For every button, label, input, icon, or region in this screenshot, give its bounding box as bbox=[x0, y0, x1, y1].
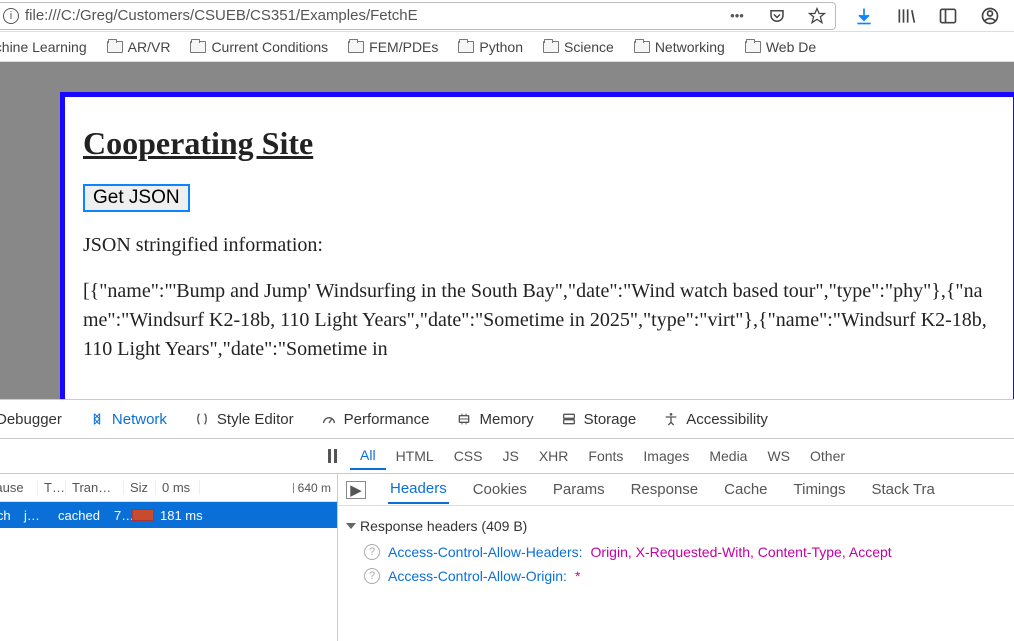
filter-ws[interactable]: WS bbox=[757, 443, 800, 469]
bookmark-fem-pdes[interactable]: FEM/PDEs bbox=[342, 36, 444, 58]
bookmark-web-dev[interactable]: Web De bbox=[739, 36, 822, 58]
bookmark-arvr[interactable]: AR/VR bbox=[101, 36, 177, 58]
json-label: JSON stringified information: bbox=[83, 234, 995, 257]
url-box[interactable]: i file:///C:/Greg/Customers/CSUEB/CS351/… bbox=[0, 2, 836, 30]
filter-images[interactable]: Images bbox=[633, 443, 699, 469]
folder-icon bbox=[634, 41, 650, 53]
pause-icon[interactable] bbox=[324, 449, 340, 463]
network-detail-pane: ▶ Headers Cookies Params Response Cache … bbox=[338, 474, 1014, 641]
filter-css[interactable]: CSS bbox=[444, 443, 493, 469]
detail-tab-headers[interactable]: Headers bbox=[388, 476, 449, 504]
row-name: etch bbox=[0, 508, 18, 523]
col-cause[interactable]: Cause bbox=[0, 480, 38, 495]
filter-other[interactable]: Other bbox=[800, 443, 855, 469]
row-time: 181 ms bbox=[154, 508, 209, 523]
filter-all[interactable]: All bbox=[350, 442, 386, 470]
response-headers-toggle[interactable]: Response headers (409 B) bbox=[346, 512, 1010, 540]
bookmark-star-icon[interactable] bbox=[807, 6, 827, 26]
filter-fonts[interactable]: Fonts bbox=[578, 443, 633, 469]
help-icon[interactable]: ? bbox=[364, 568, 380, 584]
tab-style-editor[interactable]: Style Editor bbox=[191, 406, 296, 432]
row-size: 7… bbox=[108, 508, 132, 523]
col-type[interactable]: T… bbox=[38, 480, 66, 495]
header-name: Access-Control-Allow-Origin: bbox=[388, 568, 567, 584]
filter-media[interactable]: Media bbox=[699, 443, 757, 469]
network-row-selected[interactable]: etch js… cached 7… 181 ms bbox=[0, 502, 337, 528]
downloads-icon[interactable] bbox=[854, 6, 874, 26]
memory-icon bbox=[455, 410, 473, 428]
address-bar: i file:///C:/Greg/Customers/CSUEB/CS351/… bbox=[0, 0, 1014, 32]
sidebar-icon[interactable] bbox=[938, 6, 958, 26]
tab-memory[interactable]: Memory bbox=[453, 406, 535, 432]
site-info-icon[interactable]: i bbox=[3, 8, 19, 24]
detail-tab-cache[interactable]: Cache bbox=[722, 477, 769, 502]
folder-icon bbox=[348, 41, 364, 53]
detail-tab-timings[interactable]: Timings bbox=[792, 477, 848, 502]
col-0ms[interactable]: 0 ms bbox=[156, 480, 200, 495]
page-body: Cooperating Site Get JSON JSON stringifi… bbox=[60, 92, 1014, 399]
bookmark-science[interactable]: Science bbox=[537, 36, 620, 58]
detail-tab-stack[interactable]: Stack Tra bbox=[869, 477, 936, 502]
json-output: [{"name":"'Bump and Jump' Windsurfing in… bbox=[83, 277, 995, 364]
account-icon[interactable] bbox=[980, 6, 1000, 26]
folder-icon bbox=[745, 41, 761, 53]
library-icon[interactable] bbox=[896, 6, 916, 26]
bookmark-current-conditions[interactable]: Current Conditions bbox=[184, 36, 334, 58]
bookmark-networking[interactable]: Networking bbox=[628, 36, 731, 58]
bookmark-machine-learning[interactable]: achine Learning bbox=[0, 36, 93, 58]
bookmarks-bar: achine Learning AR/VR Current Conditions… bbox=[0, 32, 1014, 62]
devtools-body: Cause T… Transf… Siz 0 ms 640 m etch js…… bbox=[0, 473, 1014, 641]
accessibility-icon bbox=[662, 410, 680, 428]
detail-tabs: ▶ Headers Cookies Params Response Cache … bbox=[338, 474, 1014, 506]
detail-tab-params[interactable]: Params bbox=[551, 477, 607, 502]
col-timeline[interactable]: 640 m bbox=[200, 481, 337, 495]
row-transferred: cached bbox=[52, 508, 108, 523]
page-title: Cooperating Site bbox=[83, 125, 995, 162]
url-text: file:///C:/Greg/Customers/CSUEB/CS351/Ex… bbox=[25, 7, 727, 24]
folder-icon bbox=[190, 41, 206, 53]
tab-debugger[interactable]: Debugger bbox=[0, 406, 64, 432]
storage-icon bbox=[560, 410, 578, 428]
chevron-down-icon bbox=[346, 523, 356, 529]
filter-xhr[interactable]: XHR bbox=[529, 443, 579, 469]
page-viewport: Cooperating Site Get JSON JSON stringifi… bbox=[0, 62, 1014, 399]
devtools-tabs: Debugger Network Style Editor Performanc… bbox=[0, 399, 1014, 439]
detail-tab-cookies[interactable]: Cookies bbox=[471, 477, 529, 502]
network-list-header: Cause T… Transf… Siz 0 ms 640 m bbox=[0, 474, 337, 502]
row-type: js… bbox=[18, 508, 52, 523]
filter-js[interactable]: JS bbox=[492, 443, 528, 469]
folder-icon bbox=[543, 41, 559, 53]
header-name: Access-Control-Allow-Headers: bbox=[388, 544, 583, 560]
folder-icon bbox=[458, 41, 474, 53]
tab-network[interactable]: Network bbox=[86, 406, 169, 432]
get-json-button[interactable]: Get JSON bbox=[83, 184, 190, 212]
header-line-acah: ? Access-Control-Allow-Headers: Origin, … bbox=[346, 540, 1010, 564]
help-icon[interactable]: ? bbox=[364, 544, 380, 560]
header-value: * bbox=[575, 568, 580, 584]
detail-tab-response[interactable]: Response bbox=[629, 477, 701, 502]
tab-performance[interactable]: Performance bbox=[318, 406, 432, 432]
pocket-icon[interactable] bbox=[767, 6, 787, 26]
network-request-list: Cause T… Transf… Siz 0 ms 640 m etch js…… bbox=[0, 474, 338, 641]
bookmark-python[interactable]: Python bbox=[452, 36, 529, 58]
folder-icon bbox=[107, 41, 123, 53]
response-headers-section: Response headers (409 B) ? Access-Contro… bbox=[338, 506, 1014, 588]
ellipsis-icon[interactable]: ••• bbox=[727, 6, 747, 26]
performance-icon bbox=[320, 410, 338, 428]
col-size[interactable]: Siz bbox=[124, 480, 156, 495]
tab-accessibility[interactable]: Accessibility bbox=[660, 406, 770, 432]
tab-storage[interactable]: Storage bbox=[558, 406, 639, 432]
col-transferred[interactable]: Transf… bbox=[66, 480, 124, 495]
network-filter-bar: All HTML CSS JS XHR Fonts Images Media W… bbox=[0, 439, 1014, 473]
filter-html[interactable]: HTML bbox=[386, 443, 444, 469]
toggle-pane-icon[interactable]: ▶ bbox=[346, 481, 366, 499]
header-line-acao: ? Access-Control-Allow-Origin: * bbox=[346, 564, 1010, 588]
header-value: Origin, X-Requested-With, Content-Type, … bbox=[591, 544, 892, 560]
row-timing-bar bbox=[132, 509, 154, 521]
network-icon bbox=[88, 410, 106, 428]
style-icon bbox=[193, 410, 211, 428]
